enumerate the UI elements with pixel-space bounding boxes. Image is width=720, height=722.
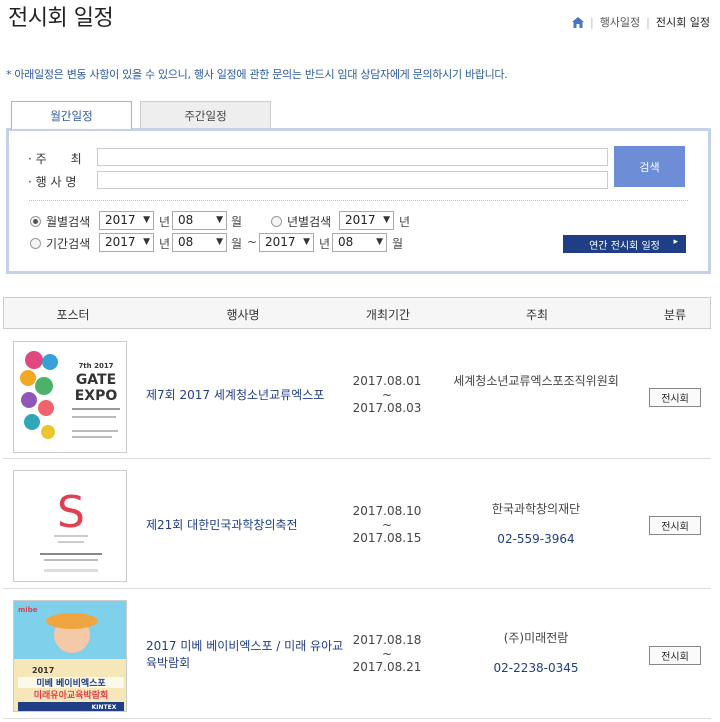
event-name-link[interactable]: 제7회 2017 세계청소년교류엑스포 — [146, 387, 346, 404]
chevron-down-icon: ▼ — [376, 237, 383, 247]
period-end: 2017.08.03 — [352, 401, 422, 415]
chevron-down-icon: ▼ — [216, 215, 223, 225]
yearly-search-radio[interactable] — [271, 216, 282, 227]
year-unit: 년 — [159, 215, 171, 229]
breadcrumb-item-events[interactable]: 행사일정 — [600, 14, 640, 30]
monthly-month-select[interactable]: 08 ▼ — [172, 211, 227, 230]
event-name-input[interactable] — [97, 171, 608, 189]
event-name-link[interactable]: 2017 미베 베이비엑스포 / 미래 유아교육박람회 — [146, 638, 346, 672]
event-name-label: · 행 사 명 — [28, 175, 77, 189]
table-row: mibe 2017 미베 베이비엑스포 미래유아교육박람회 KINTEX 201… — [3, 590, 711, 719]
event-poster[interactable]: 7th 2017 GATE EXPO — [13, 341, 127, 453]
period-separator: ~ — [381, 518, 393, 532]
host-label: · 주 최 — [28, 152, 82, 166]
period-to-month-select[interactable]: 08 ▼ — [332, 233, 387, 252]
period-search-label: 기간검색 — [46, 237, 91, 251]
table-header: 포스터 행사명 개최기간 주최 분류 — [3, 297, 711, 329]
header-poster: 포스터 — [56, 308, 90, 322]
month-unit: 월 — [392, 237, 404, 251]
chevron-down-icon: ▼ — [303, 237, 310, 247]
svg-text:EXPO: EXPO — [75, 388, 118, 404]
year-unit: 년 — [319, 237, 331, 251]
svg-text:2017: 2017 — [32, 666, 54, 675]
tab-monthly[interactable]: 월간일정 — [11, 101, 132, 129]
svg-text:S: S — [57, 487, 85, 538]
month-unit: 월 — [231, 237, 243, 251]
period-to-year-select[interactable]: 2017 ▼ — [259, 233, 314, 252]
period-from-year-select[interactable]: 2017 ▼ — [99, 233, 154, 252]
chevron-down-icon: ▼ — [216, 237, 223, 247]
table-row: 7th 2017 GATE EXPO 제7회 2017 세계청소년교류엑스포 2… — [3, 330, 711, 459]
search-button[interactable]: 검색 — [614, 146, 685, 187]
year-unit: 년 — [159, 237, 171, 251]
svg-text:GATE: GATE — [76, 372, 116, 388]
header-host: 주최 — [525, 308, 549, 322]
table-row: S 제21회 대한민국과학창의축전 2017.08.10 ~ 2017.08.1… — [3, 460, 711, 589]
yearly-search-label: 년별검색 — [287, 215, 332, 229]
svg-text:mibe: mibe — [18, 606, 38, 614]
event-poster[interactable]: S — [13, 470, 127, 582]
yearly-year-select[interactable]: 2017 ▼ — [339, 211, 394, 230]
breadcrumb-item-current: 전시회 일정 — [655, 16, 710, 29]
chevron-right-icon: ▸ — [673, 237, 678, 247]
host-name: (주)미래전람 — [503, 631, 569, 645]
chevron-down-icon: ▼ — [383, 215, 390, 225]
event-period: 2017.08.10 ~ 2017.08.15 — [353, 502, 422, 548]
header-event-name: 행사명 — [226, 308, 260, 322]
monthly-search-label: 월별검색 — [46, 215, 91, 229]
event-host: (주)미래전람 02-2238-0345 — [493, 623, 578, 683]
period-from-month-select[interactable]: 08 ▼ — [172, 233, 227, 252]
category-button[interactable]: 전시회 — [649, 388, 701, 407]
breadcrumb-separator: | — [589, 15, 594, 29]
event-host: 한국과학창의재단 02-559-3964 — [492, 494, 580, 554]
range-tilde: ~ — [247, 235, 258, 249]
search-panel: · 주 최 · 행 사 명 검색 월별검색 2017 ▼ 년 08 ▼ 월 년별검색… — [6, 128, 711, 274]
header-category: 분류 — [663, 308, 687, 322]
monthly-search-radio[interactable] — [30, 216, 41, 227]
host-input[interactable] — [97, 148, 608, 166]
tab-weekly[interactable]: 주간일정 — [140, 101, 271, 129]
host-phone: 02-2238-0345 — [493, 661, 579, 675]
month-unit: 월 — [231, 215, 243, 229]
monthly-year-select[interactable]: 2017 ▼ — [99, 211, 154, 230]
host-phone: 02-559-3964 — [497, 532, 575, 546]
annual-schedule-button[interactable]: 연간 전시회 일정 ▸ — [563, 235, 686, 253]
svg-text:KINTEX: KINTEX — [92, 704, 117, 711]
notice-text: * 아래일정은 변동 사항이 있을 수 있으니, 행사 일정에 관한 문의는 반… — [6, 68, 508, 81]
host-name: 한국과학창의재단 — [491, 502, 581, 516]
category-button[interactable]: 전시회 — [649, 516, 701, 535]
event-period: 2017.08.01 ~ 2017.08.03 — [353, 372, 422, 418]
event-poster[interactable]: mibe 2017 미베 베이비엑스포 미래유아교육박람회 KINTEX — [13, 600, 127, 712]
breadcrumb: | 행사일정 | 전시회 일정 — [571, 14, 710, 30]
svg-text:7th 2017: 7th 2017 — [78, 362, 113, 370]
chevron-down-icon: ▼ — [143, 237, 150, 247]
event-host: 세계청소년교류엑스포조직위원회 — [453, 366, 619, 396]
svg-text:미베 베이비엑스포: 미베 베이비엑스포 — [36, 677, 106, 689]
period-separator: ~ — [381, 388, 393, 402]
page-title: 전시회 일정 — [8, 6, 114, 31]
header-period: 개최기간 — [365, 308, 411, 322]
period-end: 2017.08.21 — [352, 660, 422, 674]
period-search-radio[interactable] — [30, 238, 41, 249]
period-end: 2017.08.15 — [352, 531, 422, 545]
svg-text:미래유아교육박람회: 미래유아교육박람회 — [34, 689, 109, 701]
event-period: 2017.08.18 ~ 2017.08.21 — [353, 631, 422, 677]
chevron-down-icon: ▼ — [143, 215, 150, 225]
home-icon[interactable] — [571, 16, 584, 28]
event-name-link[interactable]: 제21회 대한민국과학창의축전 — [146, 517, 346, 534]
host-name: 세계청소년교류엑스포조직위원회 — [453, 374, 619, 388]
year-unit: 년 — [399, 215, 411, 229]
breadcrumb-separator: | — [646, 15, 650, 29]
period-separator: ~ — [381, 647, 393, 661]
category-button[interactable]: 전시회 — [649, 646, 701, 665]
divider — [29, 200, 688, 201]
